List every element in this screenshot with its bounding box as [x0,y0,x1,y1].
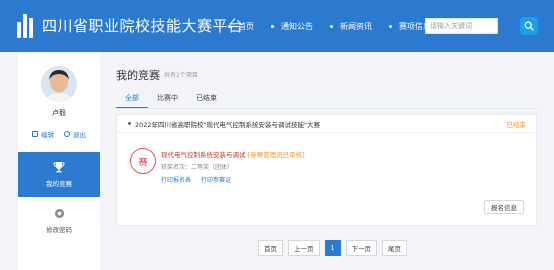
profile-actions: 编辑 退出 [18,129,100,139]
pagination: 首页 上一页 1 下一页 尾页 [258,240,407,256]
registration-info-button[interactable]: 报名信息 [484,200,524,214]
logout-button[interactable]: 退出 [64,129,86,139]
tab-all[interactable]: 全部 [116,93,148,108]
nav-item-home[interactable]: 首页 [228,21,254,32]
competition-stamp-icon: 赛 [130,148,156,174]
review-status-tag: [参赛管理员已审核] [247,151,305,159]
search-icon [524,21,534,31]
card-links: 打印报名表 打印参赛证 [161,175,231,184]
sidebar-item-label: 修改密码 [46,225,72,234]
power-icon [64,131,70,137]
gear-icon [54,208,64,218]
nav-item-notices[interactable]: 通知公告 [271,21,313,32]
main-nav: 首页 通知公告 新闻资讯 赛项信息 [228,19,448,33]
username: 卢毅 [52,109,66,117]
next-page-button[interactable]: 下一页 [345,240,377,256]
bullet-icon [128,122,131,125]
card-header: 2022年四川省高职院校"现代电气控制系统安装与调试技能"大赛 已结束 [117,115,536,133]
site-title[interactable]: 四川省职业院校技能大赛平台 [42,15,244,36]
prev-page-button[interactable]: 上一页 [288,240,320,256]
edit-icon [32,131,38,137]
event-name[interactable]: 现代电气控制系统安装与调试 [参赛管理员已审核] [161,149,305,159]
last-page-button[interactable]: 尾页 [382,240,407,256]
sidebar-item-change-password[interactable]: 修改密码 [18,198,100,243]
competition-card: 2022年四川省高职院校"现代电气控制系统安装与调试技能"大赛 已结束 赛 现代… [116,114,537,226]
trophy-icon [53,162,65,173]
search-input[interactable] [425,18,498,34]
sidebar-item-my-competitions[interactable]: 我的竞赛 [18,152,100,197]
award-rank: 获奖名次：二等奖（团体） [161,164,234,171]
nav-item-news[interactable]: 新闻资讯 [330,21,372,32]
site-logo-icon [17,12,37,38]
project-count: 共有1个项目 [164,72,198,79]
logout-label: 退出 [73,131,86,139]
tab-ongoing[interactable]: 比赛中 [148,93,187,108]
print-ticket-link[interactable]: 打印参赛证 [201,175,231,184]
edit-profile-button[interactable]: 编辑 [32,129,54,139]
status-badge: 已结束 [506,121,527,129]
sidebar-item-label: 我的竞赛 [46,180,72,188]
top-header: 四川省职业院校技能大赛平台 首页 通知公告 新闻资讯 赛项信息 [0,0,554,52]
user-sidebar: 卢毅 编辑 退出 我的竞赛 修改密码 [18,52,100,270]
competition-title[interactable]: 2022年四川省高职院校"现代电气控制系统安装与调试技能"大赛 [135,119,320,129]
event-name-text: 现代电气控制系统安装与调试 [161,151,246,159]
tabs-divider [116,108,537,109]
current-page-button[interactable]: 1 [324,240,341,256]
tab-finished[interactable]: 已结束 [187,93,226,108]
print-registration-link[interactable]: 打印报名表 [161,175,191,184]
stamp-label: 赛 [138,157,148,168]
status-tabs: 全部 比赛中 已结束 [116,93,226,108]
search-button[interactable] [520,17,538,35]
edit-label: 编辑 [41,131,54,139]
page-title: 我的竞赛 [116,69,160,82]
avatar [41,66,77,102]
first-page-button[interactable]: 首页 [258,240,283,256]
